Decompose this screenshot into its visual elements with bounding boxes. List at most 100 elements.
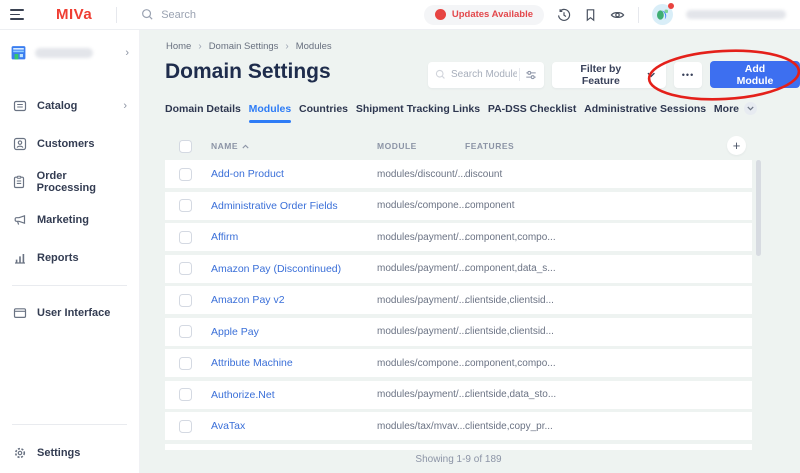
tab-countries[interactable]: Countries — [299, 103, 348, 123]
module-features: clientside,clientsid... — [465, 326, 554, 337]
module-name-link[interactable]: Apple Pay — [211, 326, 259, 338]
tab-administrative-sessions[interactable]: Administrative Sessions — [584, 103, 706, 123]
table-scrollbar[interactable] — [756, 160, 761, 256]
add-module-button[interactable]: Add Module — [710, 61, 800, 88]
module-path: modules/payment/... — [377, 232, 467, 243]
sidebar-item-order-processing[interactable]: Order Processing — [0, 163, 139, 201]
module-name-link[interactable]: Amazon Pay v2 — [211, 294, 285, 306]
module-features: clientside,clientsid... — [465, 295, 554, 306]
row-checkbox[interactable] — [179, 388, 192, 401]
table-row: Authorize.Net modules/payment/... client… — [165, 381, 752, 409]
sidebar: › Catalog › Customers Order Processing — [0, 30, 140, 473]
order-processing-icon — [12, 175, 27, 189]
module-name-link[interactable]: Administrative Order Fields — [211, 200, 338, 212]
sidebar-item-catalog[interactable]: Catalog › — [0, 87, 139, 125]
sidebar-item-user-interface[interactable]: User Interface — [0, 294, 139, 332]
divider — [116, 7, 117, 23]
table-row: Attribute Machine modules/compone... com… — [165, 349, 752, 377]
top-bar: MIVa ↻ Updates Available — [0, 0, 800, 30]
table-row: Apple Pay modules/payment/... clientside… — [165, 318, 752, 346]
row-checkbox[interactable] — [179, 294, 192, 307]
sidebar-item-label: Settings — [37, 447, 80, 459]
bookmark-icon[interactable] — [584, 8, 597, 22]
search-icon — [141, 8, 154, 21]
sidebar-item-settings[interactable]: Settings — [0, 433, 139, 473]
module-path: modules/discount/... — [377, 169, 466, 180]
tab-shipment-tracking-links[interactable]: Shipment Tracking Links — [356, 103, 480, 123]
module-features: component,compo... — [465, 232, 556, 243]
column-header-module[interactable]: MODULE — [377, 141, 417, 151]
sidebar-item-label: Marketing — [37, 214, 89, 226]
divider — [519, 68, 520, 81]
column-header-features[interactable]: FEATURES — [465, 141, 514, 151]
add-column-button[interactable]: + — [727, 136, 746, 155]
tab-domain-details[interactable]: Domain Details — [165, 103, 241, 123]
menu-toggle-icon[interactable] — [10, 8, 28, 22]
module-name-link[interactable]: Affirm — [211, 231, 238, 243]
column-header-name[interactable]: NAME — [211, 141, 249, 151]
store-selector[interactable]: › — [0, 30, 139, 61]
table-row-partial — [165, 444, 752, 450]
pagination-summary: Showing 1-9 of 189 — [165, 454, 752, 465]
user-interface-icon — [12, 306, 27, 320]
divider — [12, 424, 127, 425]
chevron-right-icon: › — [123, 100, 127, 112]
sidebar-item-marketing[interactable]: Marketing — [0, 201, 139, 239]
module-name-link[interactable]: Authorize.Net — [211, 389, 275, 401]
search-modules-box[interactable] — [428, 62, 544, 88]
row-checkbox[interactable] — [179, 325, 192, 338]
tab-modules[interactable]: Modules — [249, 103, 292, 123]
sidebar-item-customers[interactable]: Customers — [0, 125, 139, 163]
module-features: clientside,copy_pr... — [465, 421, 553, 432]
search-modules-input[interactable] — [451, 69, 517, 80]
breadcrumb-home[interactable]: Home — [166, 41, 191, 52]
tab-pa-dss-checklist[interactable]: PA-DSS Checklist — [488, 103, 577, 123]
store-icon — [10, 44, 27, 61]
miva-logo[interactable]: MIVa — [56, 6, 92, 23]
tab-more[interactable]: More — [714, 102, 757, 123]
filter-sliders-icon[interactable] — [525, 69, 537, 81]
row-checkbox[interactable] — [179, 199, 192, 212]
filter-by-feature-button[interactable]: Filter by Feature — [552, 62, 666, 88]
module-name-link[interactable]: Add-on Product — [211, 168, 284, 180]
table-row: AvaTax modules/tax/mvav... clientside,co… — [165, 412, 752, 440]
chevron-right-icon: › — [198, 41, 201, 52]
row-checkbox[interactable] — [179, 231, 192, 244]
module-features: component,data_s... — [465, 263, 556, 274]
tab-bar: Domain Details Modules Countries Shipmen… — [165, 102, 757, 123]
module-path: modules/payment/... — [377, 263, 467, 274]
sidebar-item-reports[interactable]: Reports — [0, 239, 139, 277]
row-checkbox[interactable] — [179, 357, 192, 370]
table-header: NAME MODULE FEATURES + — [165, 134, 752, 158]
select-all-checkbox[interactable] — [179, 140, 192, 153]
table-row: Affirm modules/payment/... component,com… — [165, 223, 752, 251]
main-content: Home › Domain Settings › Modules Domain … — [140, 30, 800, 473]
table-row: Add-on Product modules/discount/... disc… — [165, 160, 752, 188]
module-features: discount — [465, 169, 502, 180]
chevron-right-icon: › — [125, 47, 129, 59]
module-features: clientside,data_sto... — [465, 389, 556, 400]
module-name-link[interactable]: Attribute Machine — [211, 357, 293, 369]
module-path: modules/compone... — [377, 200, 467, 211]
gear-icon — [12, 446, 27, 460]
module-path: modules/tax/mvav... — [377, 421, 465, 432]
history-icon[interactable] — [557, 8, 571, 22]
row-checkbox[interactable] — [179, 420, 192, 433]
module-name-link[interactable]: AvaTax — [211, 420, 245, 432]
more-actions-button[interactable]: ••• — [674, 62, 702, 88]
module-path: modules/payment/... — [377, 389, 467, 400]
table-row: Administrative Order Fields modules/comp… — [165, 192, 752, 220]
module-name-link[interactable]: Amazon Pay (Discontinued) — [211, 263, 341, 275]
breadcrumb-domain-settings[interactable]: Domain Settings — [209, 41, 279, 52]
module-path: modules/compone... — [377, 358, 467, 369]
user-avatar[interactable] — [652, 4, 673, 25]
updates-available-button[interactable]: ↻ Updates Available — [424, 5, 544, 25]
store-name-blurred — [35, 48, 93, 58]
global-search[interactable] — [141, 8, 361, 21]
row-checkbox[interactable] — [179, 262, 192, 275]
eye-icon[interactable] — [610, 8, 625, 22]
reports-icon — [12, 251, 27, 265]
marketing-icon — [12, 213, 27, 227]
global-search-input[interactable] — [161, 9, 361, 21]
row-checkbox[interactable] — [179, 168, 192, 181]
